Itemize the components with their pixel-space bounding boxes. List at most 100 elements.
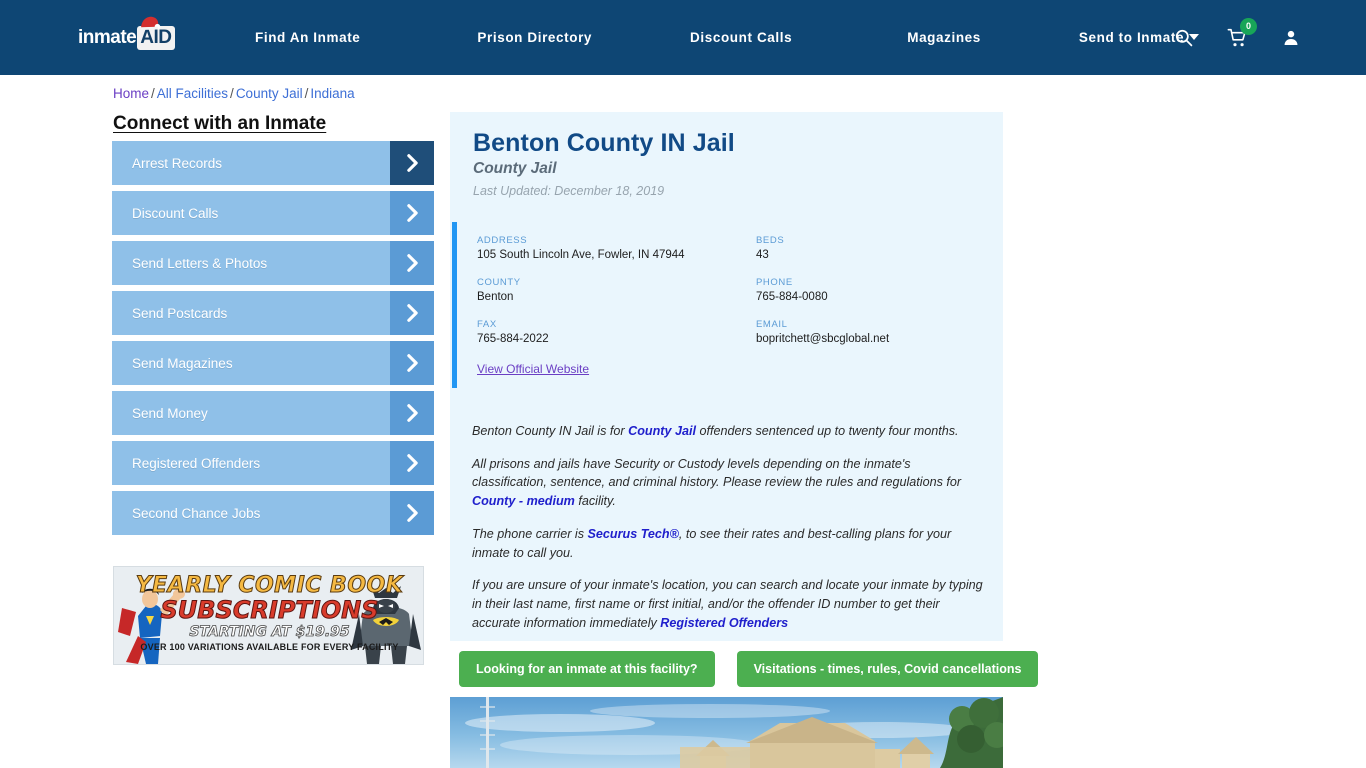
detail-county: COUNTY Benton	[477, 277, 685, 303]
sidebar-item-discount-calls[interactable]: Discount Calls	[112, 191, 434, 235]
sidebar-item-send-money[interactable]: Send Money	[112, 391, 434, 435]
detail-label: EMAIL	[756, 319, 788, 330]
sidebar-item-label: Discount Calls	[132, 205, 219, 221]
sidebar-item-label: Second Chance Jobs	[132, 505, 261, 521]
detail-label: FAX	[477, 319, 497, 330]
action-button-row: Looking for an inmate at this facility? …	[459, 651, 1039, 687]
chevron-right-icon	[390, 141, 434, 185]
desc-text: The phone carrier is	[472, 526, 588, 541]
ad-price-line: STARTING AT $19.95	[189, 624, 350, 641]
detail-label: ADDRESS	[477, 235, 528, 246]
details-column-left: ADDRESS 105 South Lincoln Ave, Fowler, I…	[477, 235, 685, 361]
nav-item-send-to-inmate-label: Send to Inmate	[1078, 30, 1185, 45]
detail-label: PHONE	[756, 277, 793, 288]
detail-phone: PHONE 765-884-0080	[756, 277, 889, 303]
nav-item-find-an-inmate[interactable]: Find An Inmate	[255, 30, 360, 45]
desc-text: offenders sentenced up to twenty four mo…	[695, 424, 959, 438]
facility-type: County Jail	[473, 160, 557, 177]
detail-fax: FAX 765-884-2022	[477, 319, 685, 345]
sidebar-heading: Connect with an Inmate	[113, 113, 327, 134]
description-paragraph-2: All prisons and jails have Security or C…	[472, 455, 984, 511]
nav-icon-group: 0	[1174, 0, 1300, 75]
sidebar-item-label: Send Letters & Photos	[132, 255, 268, 271]
detail-value: 43	[756, 249, 769, 261]
detail-value: bopritchett@sbcglobal.net	[756, 333, 890, 345]
breadcrumb-item-home[interactable]: Home	[113, 86, 149, 101]
link-securus-tech[interactable]: Securus Tech®	[588, 527, 679, 541]
chevron-right-icon	[390, 441, 434, 485]
description-paragraph-1: Benton County IN Jail is for County Jail…	[472, 422, 984, 441]
accent-bar	[452, 222, 457, 388]
sidebar-item-second-chance-jobs[interactable]: Second Chance Jobs	[112, 491, 434, 535]
chevron-right-icon	[390, 491, 434, 535]
breadcrumb-separator: /	[304, 86, 309, 101]
facility-info-card: Benton County IN Jail County Jail Last U…	[450, 112, 1003, 641]
sidebar-item-arrest-records[interactable]: Arrest Records	[112, 141, 434, 185]
breadcrumb: Home / All Facilities / County Jail / Indiana	[113, 86, 355, 101]
page-title: Benton County IN Jail	[473, 129, 735, 157]
site-logo[interactable]: inmate AID	[78, 16, 190, 55]
logo-text-inmate: inmate	[78, 27, 137, 48]
view-official-website-link[interactable]: View Official Website	[477, 362, 589, 376]
detail-value: 765-884-2022	[477, 333, 549, 345]
description-paragraph-3: The phone carrier is Securus Tech®, to s…	[472, 525, 984, 562]
description-paragraph-4: If you are unsure of your inmate's locat…	[472, 576, 984, 632]
chevron-right-icon	[390, 191, 434, 235]
visitation-info-button[interactable]: Visitations - times, rules, Covid cancel…	[736, 651, 1039, 687]
user-icon[interactable]	[1282, 28, 1300, 47]
ad-headline-line2: SUBSCRIPTIONS	[160, 596, 379, 625]
desc-text: Benton County IN Jail is for	[472, 424, 629, 438]
desc-text: facility.	[574, 494, 616, 509]
detail-label: BEDS	[756, 235, 785, 246]
nav-links: Find An Inmate Prison Directory Discount…	[255, 0, 1200, 75]
sidebar-item-label: Send Money	[132, 405, 208, 421]
sidebar-item-label: Send Magazines	[132, 355, 233, 371]
sidebar-item-send-postcards[interactable]: Send Postcards	[112, 291, 434, 335]
link-county-medium[interactable]: County - medium	[472, 494, 575, 508]
facility-exterior-photo	[450, 697, 1003, 768]
ad-subtext: OVER 100 VARIATIONS AVAILABLE FOR EVERY …	[140, 642, 399, 652]
ad-headline-line1: YEARLY COMIC BOOK	[135, 573, 404, 599]
detail-beds: BEDS 43	[756, 235, 889, 261]
search-icon[interactable]	[1174, 28, 1193, 47]
breadcrumb-separator: /	[151, 86, 155, 101]
top-navigation-bar: inmate AID Find An Inmate Prison Directo…	[0, 0, 1366, 75]
cart-count-badge: 0	[1240, 17, 1257, 35]
sidebar-item-label: Arrest Records	[132, 155, 223, 171]
link-county-jail[interactable]: County Jail	[628, 424, 696, 438]
sidebar-item-label: Send Postcards	[132, 305, 228, 321]
facility-description: Benton County IN Jail is for County Jail…	[472, 422, 984, 646]
detail-address: ADDRESS 105 South Lincoln Ave, Fowler, I…	[477, 235, 685, 261]
detail-label: COUNTY	[477, 277, 521, 288]
last-updated-text: Last Updated: December 18, 2019	[473, 184, 665, 198]
santa-hat-icon	[140, 16, 161, 30]
chevron-right-icon	[390, 341, 434, 385]
nav-item-prison-directory[interactable]: Prison Directory	[477, 30, 592, 45]
sidebar-item-send-letters-photos[interactable]: Send Letters & Photos	[112, 241, 434, 285]
detail-value: 105 South Lincoln Ave, Fowler, IN 47944	[477, 249, 685, 261]
sidebar-menu: Arrest Records Discount Calls Send Lette…	[112, 141, 434, 541]
detail-email: EMAIL bopritchett@sbcglobal.net	[756, 319, 889, 345]
detail-value: Benton	[477, 291, 514, 303]
breadcrumb-item-indiana[interactable]: Indiana	[310, 86, 354, 101]
chevron-right-icon	[390, 241, 434, 285]
sidebar-item-label: Registered Offenders	[132, 455, 261, 471]
sidebar-item-send-magazines[interactable]: Send Magazines	[112, 341, 434, 385]
desc-text: All prisons and jails have Security or C…	[472, 456, 962, 490]
nav-item-discount-calls[interactable]: Discount Calls	[690, 30, 792, 45]
chevron-right-icon	[390, 391, 434, 435]
inmate-search-button[interactable]: Looking for an inmate at this facility?	[459, 651, 715, 687]
nav-item-magazines[interactable]: Magazines	[907, 30, 981, 45]
comic-subscription-ad[interactable]: YEARLY COMIC BOOK SUBSCRIPTIONS STARTING…	[113, 566, 424, 665]
photo-artwork	[450, 697, 1003, 768]
sidebar-item-registered-offenders[interactable]: Registered Offenders	[112, 441, 434, 485]
breadcrumb-separator: /	[230, 86, 234, 101]
breadcrumb-item-all-facilities[interactable]: All Facilities	[157, 86, 228, 101]
details-column-right: BEDS 43 PHONE 765-884-0080 EMAIL bopritc…	[756, 235, 889, 361]
detail-value: 765-884-0080	[756, 291, 828, 303]
link-registered-offenders[interactable]: Registered Offenders	[660, 616, 788, 630]
chevron-right-icon	[390, 291, 434, 335]
ad-artwork: YEARLY COMIC BOOK SUBSCRIPTIONS STARTING…	[114, 567, 423, 664]
breadcrumb-item-county-jail[interactable]: County Jail	[236, 86, 303, 101]
cart-icon[interactable]: 0	[1227, 17, 1257, 48]
